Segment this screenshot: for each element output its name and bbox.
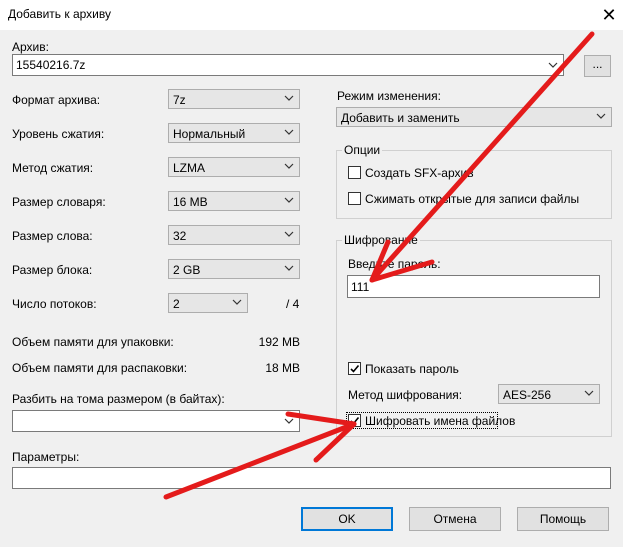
annotation-overlay (163, 31, 595, 500)
arrow-head-icon (285, 411, 357, 427)
arrow-to-encrypt-names (163, 421, 357, 500)
arrow-to-password (369, 31, 595, 283)
